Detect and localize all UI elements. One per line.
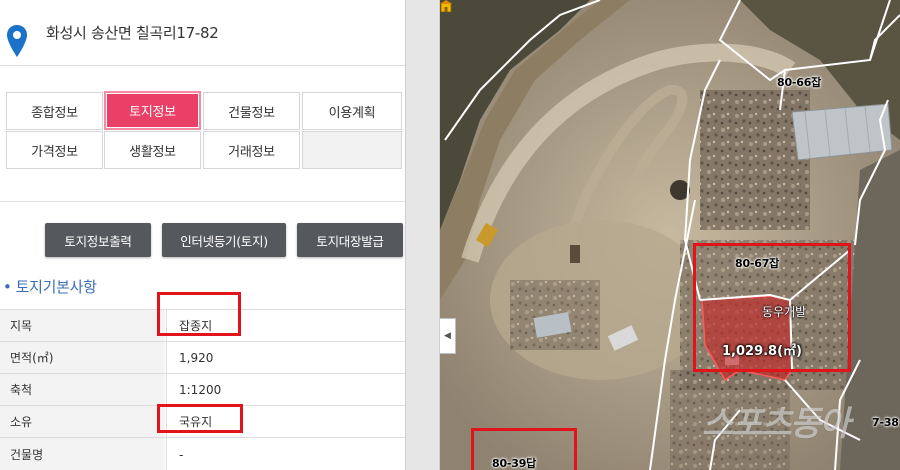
tab-transaction-info[interactable]: 거래정보 — [203, 131, 300, 169]
row-label: 면적(㎡) — [0, 342, 165, 373]
section-title-text: 토지기본사항 — [15, 278, 97, 296]
parcel-label-80-66: 80-66잡 — [777, 76, 822, 89]
row-value: 1,920 — [166, 342, 405, 373]
row-value: - — [166, 438, 405, 470]
aerial-map[interactable]: 80-66잡 80-67잡 80-39답 7-38 동우개발 1,029.8(㎡… — [440, 0, 900, 470]
parcel-label-7-38: 7-38 — [872, 416, 899, 429]
land-info-panel: 화성시 송산면 칠곡리17-82 종합정보 토지정보 건물정보 이용계획 가격정… — [0, 0, 405, 470]
tab-land-info[interactable]: 토지정보 — [104, 91, 201, 130]
section-title: • 토지기본사항 — [3, 276, 97, 297]
address-header: 화성시 송산면 칠곡리17-82 — [0, 0, 405, 66]
row-label: 건물명 — [0, 438, 165, 470]
location-pin-icon — [7, 25, 27, 57]
highlight-box-land-category — [157, 292, 241, 336]
section-bullet: • — [3, 278, 12, 296]
highlight-box-ownership — [157, 404, 243, 433]
tab-living-info[interactable]: 생활정보 — [104, 131, 201, 169]
row-label: 소유 — [0, 406, 165, 437]
row-label: 축척 — [0, 374, 165, 405]
highlight-box-parcel-80-67 — [693, 243, 851, 372]
tab-summary-info[interactable]: 종합정보 — [6, 92, 103, 130]
section-divider — [0, 201, 405, 202]
land-ledger-issue-button[interactable]: 토지대장발급 — [297, 223, 403, 257]
highlight-box-parcel-80-39 — [471, 428, 577, 470]
panel-splitter[interactable] — [405, 0, 440, 470]
table-row: 건물명 - — [0, 437, 405, 470]
building-marker-icon[interactable] — [440, 0, 452, 12]
press-watermark: 스포츠동아 — [702, 404, 850, 444]
print-land-info-button[interactable]: 토지정보출력 — [45, 223, 151, 257]
row-label: 지목 — [0, 310, 165, 341]
address-text: 화성시 송산면 칠곡리17-82 — [46, 24, 219, 42]
internet-registry-button[interactable]: 인터넷등기(토지) — [162, 223, 286, 257]
table-row: 면적(㎡) 1,920 — [0, 341, 405, 373]
collapse-panel-button[interactable]: ◀ — [440, 318, 456, 354]
tab-price-info[interactable]: 가격정보 — [6, 131, 103, 169]
table-row: 축척 1:1200 — [0, 373, 405, 405]
tab-building-info[interactable]: 건물정보 — [203, 92, 300, 130]
tab-land-use-plan[interactable]: 이용계획 — [302, 92, 402, 130]
row-value: 1:1200 — [166, 374, 405, 405]
tab-empty-cell — [302, 131, 402, 169]
